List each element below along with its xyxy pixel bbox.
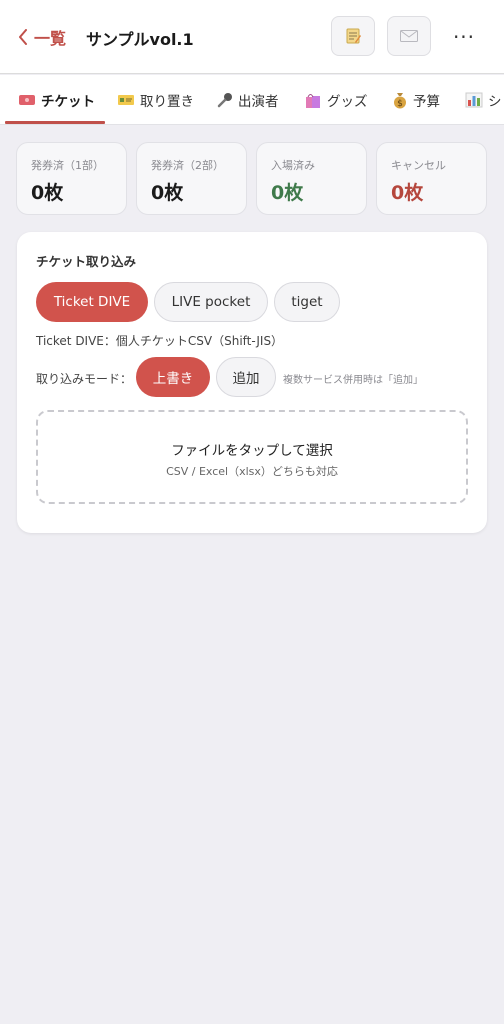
- tab-budget[interactable]: $ 予算: [392, 75, 440, 124]
- ticket-import-card: チケット取り込み Ticket DIVE LIVE pocket tiget T…: [17, 232, 487, 533]
- tab-label: グッズ: [327, 94, 368, 110]
- reserve-ticket-icon: [117, 93, 135, 107]
- microphone-icon: [217, 92, 233, 108]
- source-live-pocket-button[interactable]: LIVE pocket: [154, 282, 268, 322]
- memo-button[interactable]: [331, 16, 375, 56]
- tab-label: チケット: [41, 94, 95, 110]
- source-tiget-button[interactable]: tiget: [274, 282, 340, 322]
- active-tab-indicator: [5, 121, 105, 124]
- stat-value: 0枚: [151, 182, 184, 204]
- chevron-left-icon: [19, 29, 27, 45]
- import-mode-note: 複数サービス併用時は「追加」: [283, 375, 423, 386]
- tab-reserve[interactable]: 取り置き: [117, 75, 194, 124]
- stat-value: 0枚: [271, 182, 304, 204]
- file-drop-zone[interactable]: ファイルをタップして選択 CSV / Excel（xlsx）どちらも対応: [36, 410, 468, 504]
- import-card-title: チケット取り込み: [36, 254, 137, 269]
- back-label: 一覧: [34, 29, 67, 48]
- drop-zone-sublabel: CSV / Excel（xlsx）どちらも対応: [166, 465, 338, 478]
- shopping-bag-icon: [304, 91, 322, 109]
- stat-value: 0枚: [391, 182, 424, 204]
- mode-append-button[interactable]: 追加: [216, 357, 276, 397]
- ticket-icon: [18, 93, 36, 107]
- tab-label: 出演者: [238, 94, 279, 110]
- stat-card-cancelled: キャンセル 0枚: [376, 142, 487, 215]
- tab-performers[interactable]: 出演者: [217, 75, 279, 124]
- header-bar: 一覧 サンプルvol.1 ···: [0, 0, 504, 74]
- mail-button[interactable]: [387, 16, 431, 56]
- tab-label: 予算: [413, 94, 440, 110]
- back-button[interactable]: 一覧: [18, 24, 66, 50]
- stat-label: キャンセル: [391, 159, 446, 172]
- stat-card-issued-part2: 発券済（2部） 0枚: [136, 142, 247, 215]
- tab-ticket[interactable]: チケット: [18, 75, 95, 124]
- drop-zone-label: ファイルをタップして選択: [171, 443, 333, 459]
- stat-card-issued-part1: 発券済（1部） 0枚: [16, 142, 127, 215]
- stat-label: 発券済（1部）: [31, 159, 104, 172]
- tab-label: 取り置き: [140, 94, 194, 110]
- more-options-button[interactable]: ···: [446, 22, 482, 52]
- mail-icon: [400, 30, 418, 42]
- tab-label: シ: [488, 94, 502, 110]
- tab-bar: チケット 取り置き 出演者 グッズ $ 予算 シ: [0, 75, 504, 125]
- source-description: Ticket DIVE：個人チケットCSV（Shift-JIS）: [36, 334, 284, 348]
- memo-icon: [346, 28, 361, 44]
- money-bag-icon: $: [392, 91, 408, 109]
- mode-overwrite-button[interactable]: 上書き: [136, 357, 210, 397]
- bar-chart-icon: [465, 92, 483, 108]
- stat-value: 0枚: [31, 182, 64, 204]
- stat-label: 入場済み: [271, 159, 315, 172]
- page-title: サンプルvol.1: [86, 30, 194, 49]
- tab-goods[interactable]: グッズ: [304, 75, 368, 124]
- import-mode-label: 取り込みモード：: [36, 372, 133, 386]
- tab-stats[interactable]: シ: [465, 75, 502, 124]
- stat-card-entered: 入場済み 0枚: [256, 142, 367, 215]
- source-ticket-dive-button[interactable]: Ticket DIVE: [36, 282, 148, 322]
- svg-text:$: $: [397, 99, 403, 109]
- stat-label: 発券済（2部）: [151, 159, 224, 172]
